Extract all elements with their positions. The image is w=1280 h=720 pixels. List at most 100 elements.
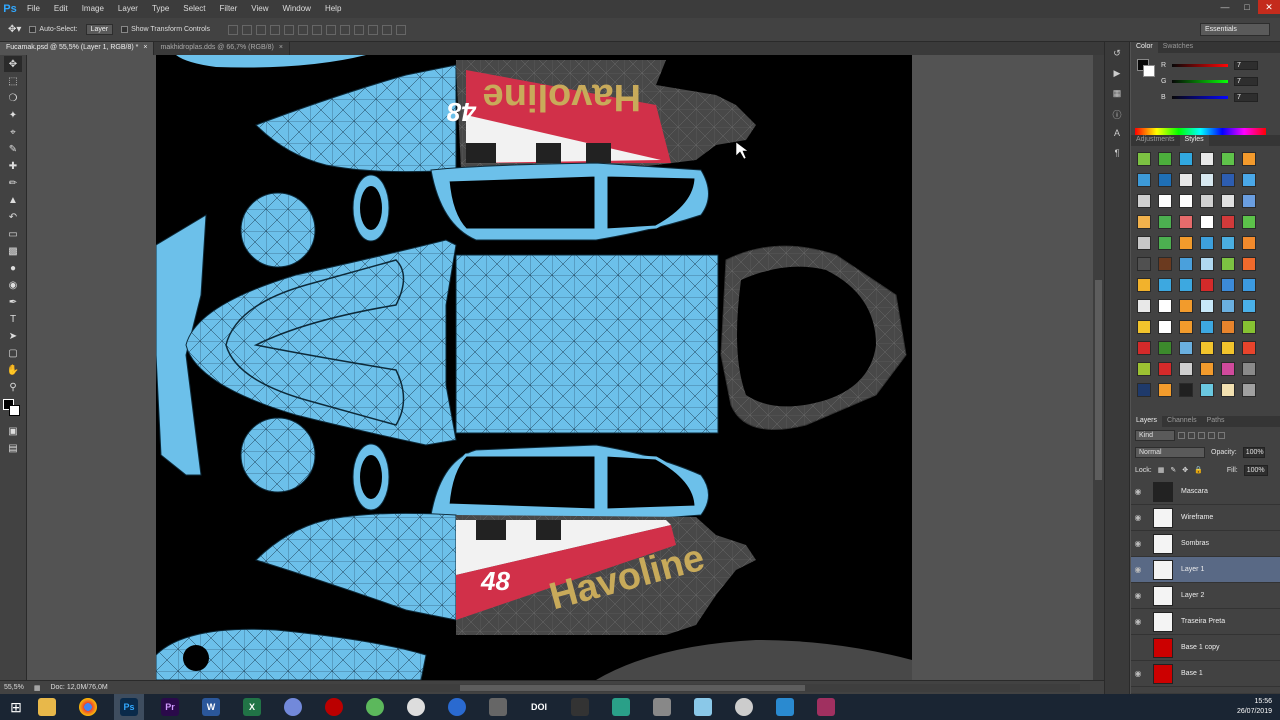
style-swatch[interactable] — [1137, 299, 1151, 313]
visibility-eye-icon[interactable]: ◉ — [1131, 487, 1145, 496]
style-swatch[interactable] — [1158, 236, 1172, 250]
menu-view[interactable]: View — [244, 0, 275, 18]
crop-tool-icon[interactable]: ⌖ — [4, 124, 22, 140]
character-icon[interactable]: A — [1110, 128, 1124, 142]
menu-type[interactable]: Type — [145, 0, 176, 18]
style-swatch[interactable] — [1137, 236, 1151, 250]
color-fgbg[interactable] — [1137, 59, 1157, 79]
style-swatch[interactable] — [1221, 341, 1235, 355]
tab-channels[interactable]: Channels — [1162, 416, 1202, 427]
style-swatch[interactable] — [1179, 383, 1193, 397]
discord-taskbar[interactable] — [278, 694, 308, 720]
premiere-taskbar[interactable]: Pr — [155, 694, 185, 720]
canvas-area[interactable]: Havoline 48 Havoline 48 — [28, 55, 1093, 680]
shape-tool-icon[interactable]: ▢ — [4, 345, 22, 361]
taskbar-clock[interactable]: 15:56 26/07/2019 — [1237, 697, 1272, 717]
horizontal-scroll-thumb[interactable] — [460, 685, 805, 691]
zoom-tool-icon[interactable]: ⚲ — [4, 379, 22, 395]
style-swatch[interactable] — [1221, 152, 1235, 166]
close-tab-icon[interactable]: × — [279, 44, 283, 51]
style-swatch[interactable] — [1242, 215, 1256, 229]
style-swatch[interactable] — [1242, 320, 1256, 334]
app-network-taskbar[interactable] — [770, 694, 800, 720]
app-teal-taskbar[interactable] — [606, 694, 636, 720]
style-swatch[interactable] — [1158, 173, 1172, 187]
dodge-tool-icon[interactable]: ◉ — [4, 277, 22, 293]
opacity-field[interactable]: 100% — [1242, 446, 1265, 458]
brush-tool-icon[interactable]: ✏ — [4, 175, 22, 191]
style-swatch[interactable] — [1137, 278, 1151, 292]
app-green-taskbar[interactable] — [360, 694, 390, 720]
style-swatch[interactable] — [1137, 362, 1151, 376]
style-swatch[interactable] — [1200, 173, 1214, 187]
quick-mask-icon[interactable]: ▣ — [4, 423, 22, 439]
quick-select-tool-icon[interactable]: ✦ — [4, 107, 22, 123]
tab-swatches[interactable]: Swatches — [1158, 42, 1198, 53]
align-bottom-icon[interactable] — [256, 24, 267, 35]
style-swatch[interactable] — [1158, 278, 1172, 292]
style-swatch[interactable] — [1242, 173, 1256, 187]
align-vcenter-icon[interactable] — [242, 24, 253, 35]
style-swatch[interactable] — [1137, 341, 1151, 355]
foreground-background-colors[interactable] — [3, 399, 23, 419]
lasso-tool-icon[interactable]: ❍ — [4, 90, 22, 106]
style-swatch[interactable] — [1158, 341, 1172, 355]
layer-row[interactable]: ◉ Traseira Preta — [1131, 609, 1280, 635]
restore-icon[interactable]: □ — [1236, 0, 1258, 14]
style-swatch[interactable] — [1221, 383, 1235, 397]
menu-help[interactable]: Help — [318, 0, 348, 18]
tab-styles[interactable]: Styles — [1179, 135, 1209, 146]
hand-tool-icon[interactable]: ✋ — [4, 362, 22, 378]
eyedropper-tool-icon[interactable]: ✎ — [4, 141, 22, 157]
blue-track[interactable] — [1172, 95, 1228, 99]
tab-adjustments[interactable]: Adjustments — [1131, 135, 1180, 146]
green-value[interactable]: 7 — [1234, 76, 1258, 86]
tab-color[interactable]: Color — [1131, 42, 1158, 53]
style-swatch[interactable] — [1221, 215, 1235, 229]
photoshop-taskbar[interactable]: Ps — [114, 694, 144, 720]
green-slider[interactable]: G 7 — [1161, 75, 1276, 87]
app-tools-taskbar[interactable] — [647, 694, 677, 720]
move-tool-icon[interactable]: ✥ — [4, 56, 22, 72]
app-paper-taskbar[interactable] — [688, 694, 718, 720]
app-blue-taskbar[interactable] — [442, 694, 472, 720]
style-swatch[interactable] — [1179, 299, 1193, 313]
style-swatch[interactable] — [1179, 236, 1193, 250]
style-swatch[interactable] — [1242, 383, 1256, 397]
style-swatch[interactable] — [1158, 362, 1172, 376]
style-swatch[interactable] — [1158, 257, 1172, 271]
status-info-icon[interactable]: ▦ — [34, 684, 41, 692]
align-right-icon[interactable] — [298, 24, 309, 35]
filter-pixel-icon[interactable] — [1178, 431, 1185, 439]
properties-icon[interactable]: ▦ — [1110, 88, 1124, 102]
style-swatch[interactable] — [1242, 341, 1256, 355]
document-canvas[interactable]: Havoline 48 Havoline 48 — [156, 55, 912, 680]
style-swatch[interactable] — [1242, 278, 1256, 292]
visibility-eye-icon[interactable]: ◉ — [1131, 565, 1145, 574]
path-select-tool-icon[interactable]: ➤ — [4, 328, 22, 344]
minimize-icon[interactable]: — — [1214, 0, 1236, 14]
screen-mode-icon[interactable]: ▤ — [4, 440, 22, 456]
style-swatch[interactable] — [1179, 320, 1193, 334]
filter-adjustment-icon[interactable] — [1188, 431, 1195, 439]
color-spectrum[interactable] — [1135, 128, 1266, 135]
style-swatch[interactable] — [1158, 299, 1172, 313]
layer-row[interactable]: ◉ Sombras — [1131, 531, 1280, 557]
style-swatch[interactable] — [1242, 257, 1256, 271]
tab-makhidroplas[interactable]: makhidroplas.dds @ 66,7% (RGB/8) × — [154, 42, 290, 55]
excel-taskbar[interactable]: X — [237, 694, 267, 720]
layer-row[interactable]: ◉ Layer 2 — [1131, 583, 1280, 609]
visibility-eye-icon[interactable]: ◉ — [1131, 617, 1145, 626]
style-swatch[interactable] — [1200, 257, 1214, 271]
menu-filter[interactable]: Filter — [213, 0, 245, 18]
tab-paths[interactable]: Paths — [1202, 416, 1230, 427]
style-swatch[interactable] — [1221, 194, 1235, 208]
tab-fucamak[interactable]: Fucamak.psd @ 55,5% (Layer 1, RGB/8) * × — [0, 42, 155, 55]
style-swatch[interactable] — [1158, 152, 1172, 166]
distribute-left-icon[interactable] — [354, 24, 365, 35]
info-icon[interactable]: ⓘ — [1110, 108, 1124, 122]
style-swatch[interactable] — [1242, 194, 1256, 208]
eraser-tool-icon[interactable]: ▭ — [4, 226, 22, 242]
visibility-eye-icon[interactable]: ◉ — [1131, 669, 1145, 678]
word-taskbar[interactable]: W — [196, 694, 226, 720]
